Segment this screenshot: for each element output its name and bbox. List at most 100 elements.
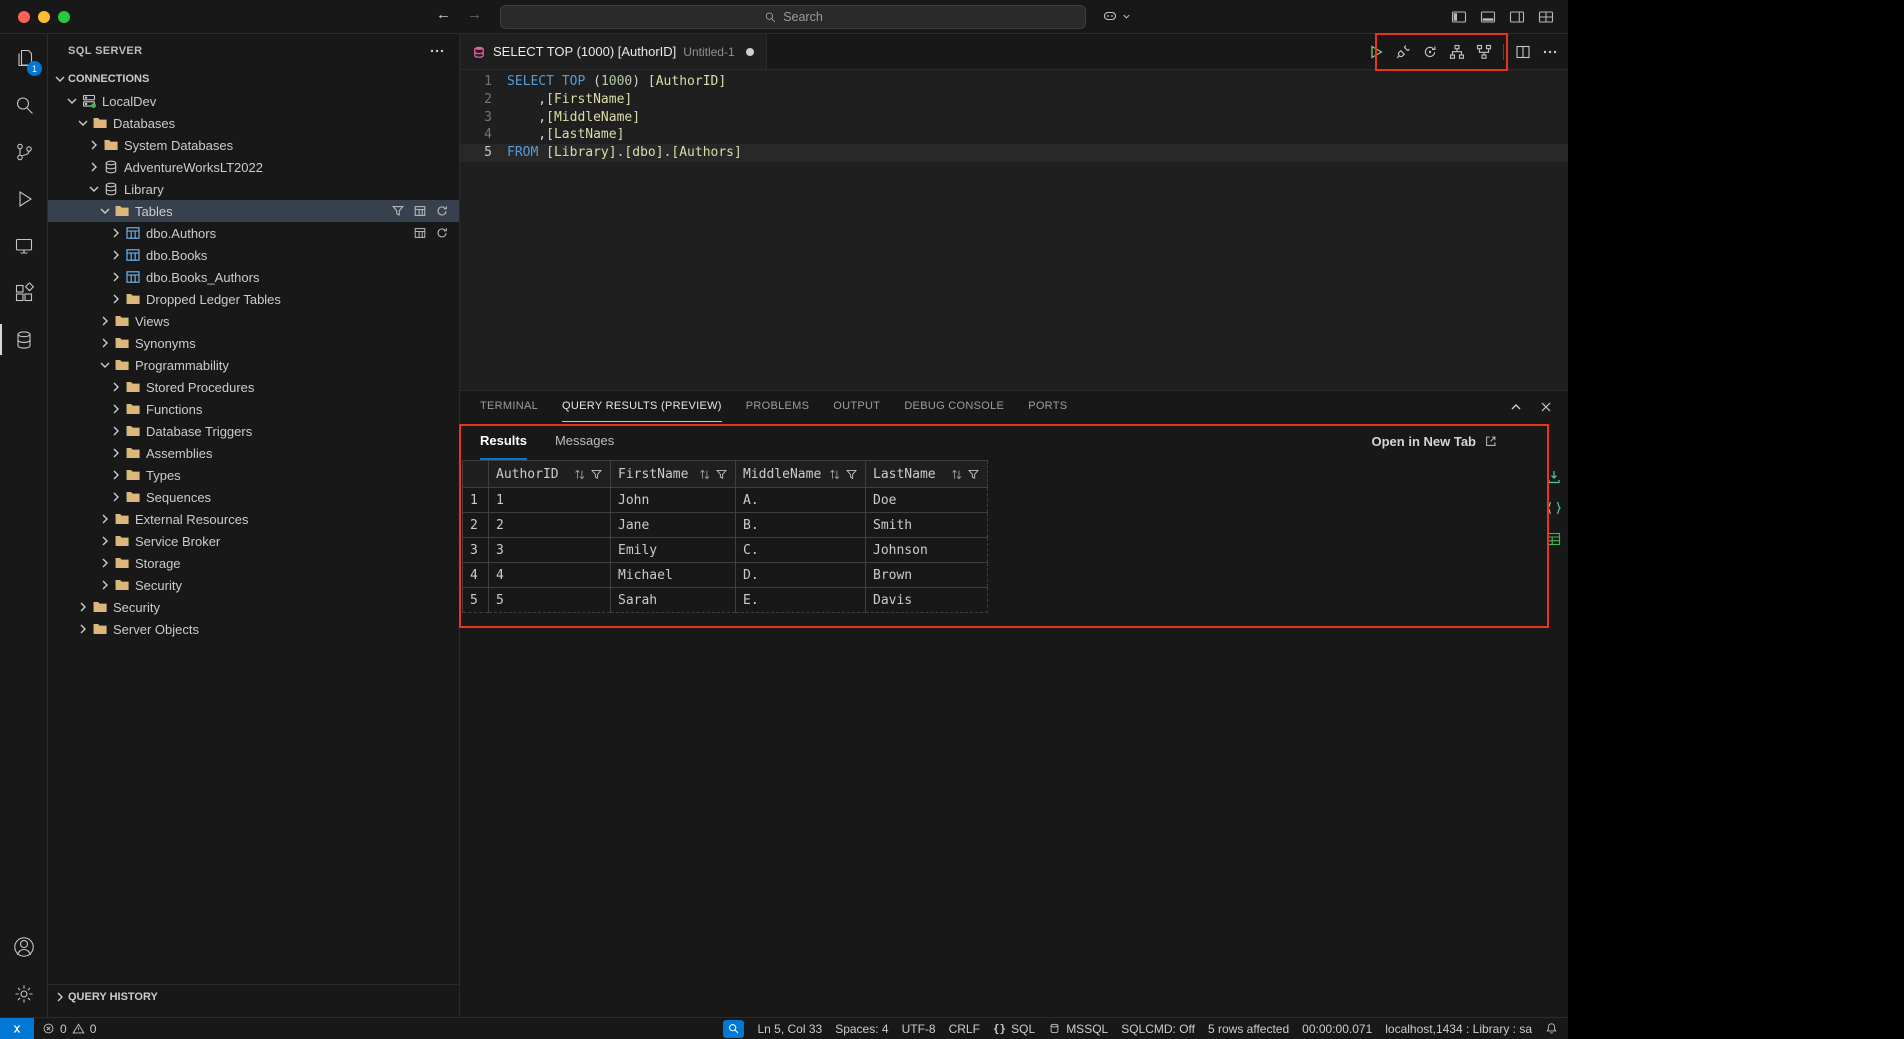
tree-item-service-broker[interactable]: Service Broker — [48, 530, 459, 552]
row-header[interactable]: 3 — [463, 538, 489, 563]
tree-item-views[interactable]: Views — [48, 310, 459, 332]
customize-layout-button[interactable] — [1538, 9, 1554, 25]
column-header-middlename[interactable]: MiddleName — [736, 461, 866, 488]
filter-icon[interactable] — [590, 468, 603, 481]
tree-item-dbo-authors[interactable]: dbo.Authors — [48, 222, 459, 244]
column-header-authorid[interactable]: AuthorID — [489, 461, 611, 488]
filter-icon[interactable] — [715, 468, 728, 481]
tree-item-assemblies[interactable]: Assemblies — [48, 442, 459, 464]
grid-cell[interactable]: 1 — [489, 488, 611, 513]
notifications[interactable] — [1545, 1022, 1558, 1035]
query-duration[interactable]: 00:00:00.071 — [1302, 1022, 1372, 1036]
grid-cell[interactable]: John — [611, 488, 736, 513]
table-small-icon[interactable] — [413, 204, 427, 218]
grid-cell[interactable]: Doe — [866, 488, 988, 513]
grid-cell[interactable]: B. — [736, 513, 866, 538]
tree-item-external-resources[interactable]: External Resources — [48, 508, 459, 530]
save-as-csv-button[interactable] — [1546, 469, 1562, 485]
tree-item-storage[interactable]: Storage — [48, 552, 459, 574]
panel-tab-problems[interactable]: PROBLEMS — [746, 391, 810, 422]
tree-item-functions[interactable]: Functions — [48, 398, 459, 420]
activity-item-search[interactable] — [0, 81, 47, 128]
query-history-section-header[interactable]: QUERY HISTORY — [48, 984, 459, 1017]
chevron-down-icon[interactable] — [97, 357, 113, 373]
grid-cell[interactable]: Emily — [611, 538, 736, 563]
close-panel-button[interactable] — [1538, 399, 1554, 415]
tree-item-system-databases[interactable]: System Databases — [48, 134, 459, 156]
grid-corner-cell[interactable] — [463, 461, 489, 488]
filter-icon[interactable] — [845, 468, 858, 481]
chevron-right-icon[interactable] — [97, 533, 113, 549]
tree-item-synonyms[interactable]: Synonyms — [48, 332, 459, 354]
chevron-right-icon[interactable] — [108, 445, 124, 461]
grid-cell[interactable]: Smith — [866, 513, 988, 538]
activity-item-explorer[interactable]: 1 — [0, 34, 47, 81]
chevron-right-icon[interactable] — [86, 159, 102, 175]
tree-item-tables[interactable]: Tables — [48, 200, 459, 222]
command-center-search[interactable]: Search — [500, 5, 1086, 29]
grid-cell[interactable]: A. — [736, 488, 866, 513]
modified-indicator[interactable] — [746, 48, 754, 56]
filter-icon[interactable] — [391, 204, 405, 218]
toggle-panel-button[interactable] — [1480, 9, 1496, 25]
minimize-window-button[interactable] — [38, 11, 50, 23]
run-button[interactable] — [1368, 44, 1384, 60]
chevron-right-icon[interactable] — [108, 467, 124, 483]
navigate-back-button[interactable]: ← — [436, 6, 451, 23]
panel-tab-ports[interactable]: PORTS — [1028, 391, 1067, 422]
chevron-down-icon[interactable] — [75, 115, 91, 131]
chevron-right-icon[interactable] — [97, 577, 113, 593]
activity-item-settings[interactable] — [0, 970, 47, 1017]
grid-cell[interactable]: D. — [736, 563, 866, 588]
tree-item-dbo-books[interactable]: dbo.Books — [48, 244, 459, 266]
tree-item-security[interactable]: Security — [48, 596, 459, 618]
change-connection-button[interactable] — [1422, 44, 1438, 60]
indentation[interactable]: Spaces: 4 — [835, 1022, 888, 1036]
row-header[interactable]: 1 — [463, 488, 489, 513]
tree-item-adventureworkslt2022[interactable]: AdventureWorksLT2022 — [48, 156, 459, 178]
enable-sqlcmd-button[interactable] — [1476, 44, 1492, 60]
tree-item-server-objects[interactable]: Server Objects — [48, 618, 459, 640]
results-tab[interactable]: Results — [480, 422, 527, 460]
split-editor-button[interactable] — [1515, 44, 1531, 60]
more-actions-icon[interactable] — [429, 43, 445, 59]
panel-tab-debug-console[interactable]: DEBUG CONSOLE — [904, 391, 1004, 422]
row-header[interactable]: 5 — [463, 588, 489, 613]
connection-info[interactable]: localhost,1434 : Library : sa — [1385, 1022, 1532, 1036]
eol[interactable]: CRLF — [949, 1022, 980, 1036]
estimated-plan-button[interactable] — [1449, 44, 1465, 60]
chevron-right-icon[interactable] — [108, 291, 124, 307]
column-header-lastname[interactable]: LastName — [866, 461, 988, 488]
sort-icon[interactable] — [828, 468, 841, 481]
editor-tab-untitled-1[interactable]: SELECT TOP (1000) [AuthorID] Untitled-1 — [460, 34, 767, 69]
close-window-button[interactable] — [18, 11, 30, 23]
tree-item-sequences[interactable]: Sequences — [48, 486, 459, 508]
grid-cell[interactable]: Johnson — [866, 538, 988, 563]
refresh-icon[interactable] — [435, 226, 449, 240]
messages-tab[interactable]: Messages — [555, 422, 614, 460]
chevron-right-icon[interactable] — [108, 247, 124, 263]
navigate-forward-button[interactable]: → — [467, 6, 482, 23]
chevron-right-icon[interactable] — [75, 621, 91, 637]
problems-summary[interactable]: 0 0 — [34, 1022, 96, 1036]
sort-icon[interactable] — [573, 468, 586, 481]
tree-item-programmability[interactable]: Programmability — [48, 354, 459, 376]
tree-item-types[interactable]: Types — [48, 464, 459, 486]
chevron-right-icon[interactable] — [108, 379, 124, 395]
filter-icon[interactable] — [967, 468, 980, 481]
tree-item-library[interactable]: Library — [48, 178, 459, 200]
connect-button[interactable] — [1395, 44, 1411, 60]
row-header[interactable]: 4 — [463, 563, 489, 588]
grid-cell[interactable]: E. — [736, 588, 866, 613]
refresh-icon[interactable] — [435, 204, 449, 218]
chevron-right-icon[interactable] — [108, 401, 124, 417]
cursor-position[interactable]: Ln 5, Col 33 — [757, 1022, 822, 1036]
row-header[interactable]: 2 — [463, 513, 489, 538]
chevron-right-icon[interactable] — [97, 511, 113, 527]
chevron-right-icon[interactable] — [97, 313, 113, 329]
grid-cell[interactable]: Jane — [611, 513, 736, 538]
chevron-down-icon[interactable] — [86, 181, 102, 197]
zoom-window-button[interactable] — [58, 11, 70, 23]
chevron-right-icon[interactable] — [97, 335, 113, 351]
grid-cell[interactable]: C. — [736, 538, 866, 563]
